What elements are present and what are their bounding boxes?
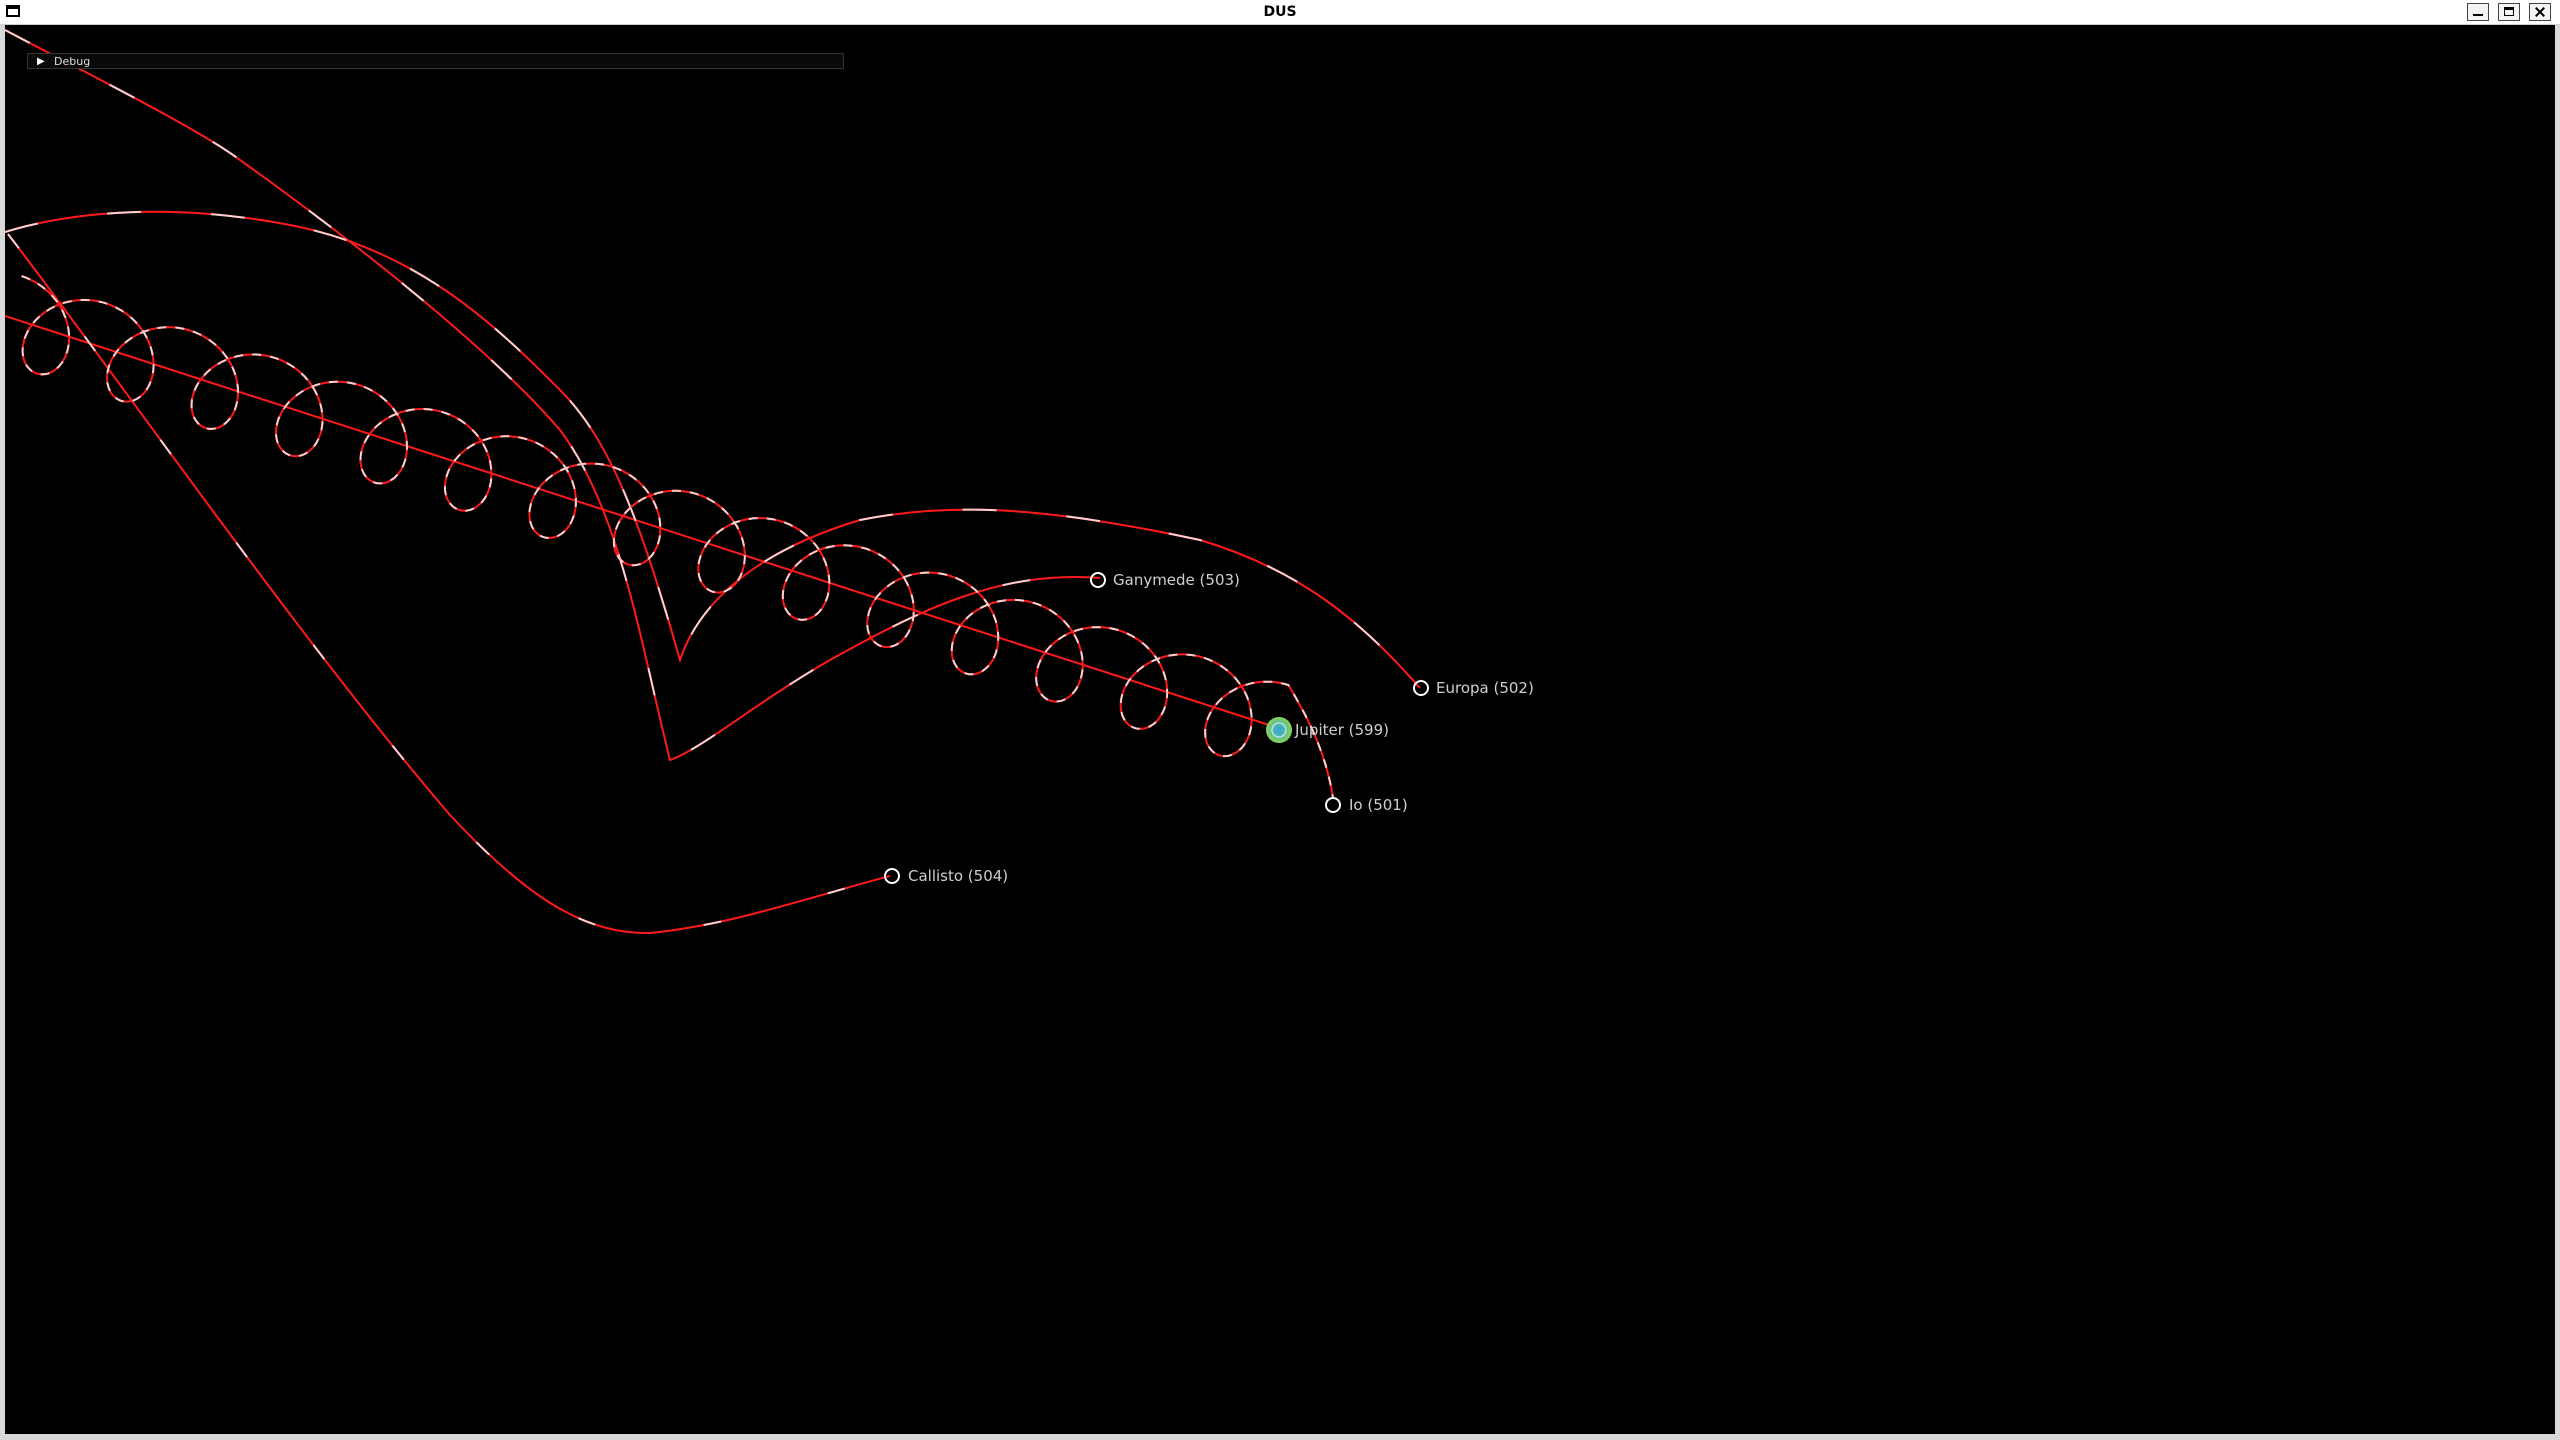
minimize-button[interactable] xyxy=(2467,3,2489,21)
triangle-right-icon[interactable]: ▶ xyxy=(37,56,45,68)
body-label-ganymede[interactable]: Ganymede (503) xyxy=(1113,571,1240,589)
debug-panel-label: Debug xyxy=(54,55,91,68)
trajectory-io xyxy=(21,275,1334,799)
maximize-button[interactable] xyxy=(2498,3,2520,21)
ring-icon[interactable] xyxy=(1413,680,1429,696)
body-label-europa[interactable]: Europa (502) xyxy=(1436,679,1534,697)
render-viewport[interactable]: Ganymede (503) Europa (502) Io (501) Cal… xyxy=(5,26,2555,1434)
body-marker-jupiter[interactable]: Jupiter (599) xyxy=(1266,717,1389,743)
orbit-scene[interactable]: Ganymede (503) Europa (502) Io (501) Cal… xyxy=(5,26,2555,1434)
trajectory-callisto xyxy=(7,233,891,935)
trajectory-ganymede xyxy=(5,29,1101,762)
body-marker-callisto[interactable]: Callisto (504) xyxy=(884,867,1008,885)
body-marker-io[interactable]: Io (501) xyxy=(1325,796,1408,814)
body-label-jupiter[interactable]: Jupiter (599) xyxy=(1294,721,1389,739)
trajectory-europa xyxy=(5,210,1421,689)
ring-icon[interactable] xyxy=(1325,797,1341,813)
ring-icon[interactable] xyxy=(1090,572,1106,588)
window-titlebar[interactable]: DUS xyxy=(0,0,2560,25)
jupiter-planet-icon[interactable] xyxy=(1266,717,1292,743)
body-marker-europa[interactable]: Europa (502) xyxy=(1413,679,1534,697)
window-border-bottom xyxy=(0,1434,2560,1440)
window-title: DUS xyxy=(1263,4,1297,20)
window-border-right xyxy=(2555,25,2560,1440)
trajectory-jupiter xyxy=(5,315,1276,728)
body-marker-ganymede[interactable]: Ganymede (503) xyxy=(1090,571,1240,589)
debug-panel-header[interactable]: ▶ Debug xyxy=(27,53,844,69)
body-label-callisto[interactable]: Callisto (504) xyxy=(908,867,1008,885)
body-label-io[interactable]: Io (501) xyxy=(1349,796,1408,814)
close-button[interactable] xyxy=(2529,3,2551,21)
